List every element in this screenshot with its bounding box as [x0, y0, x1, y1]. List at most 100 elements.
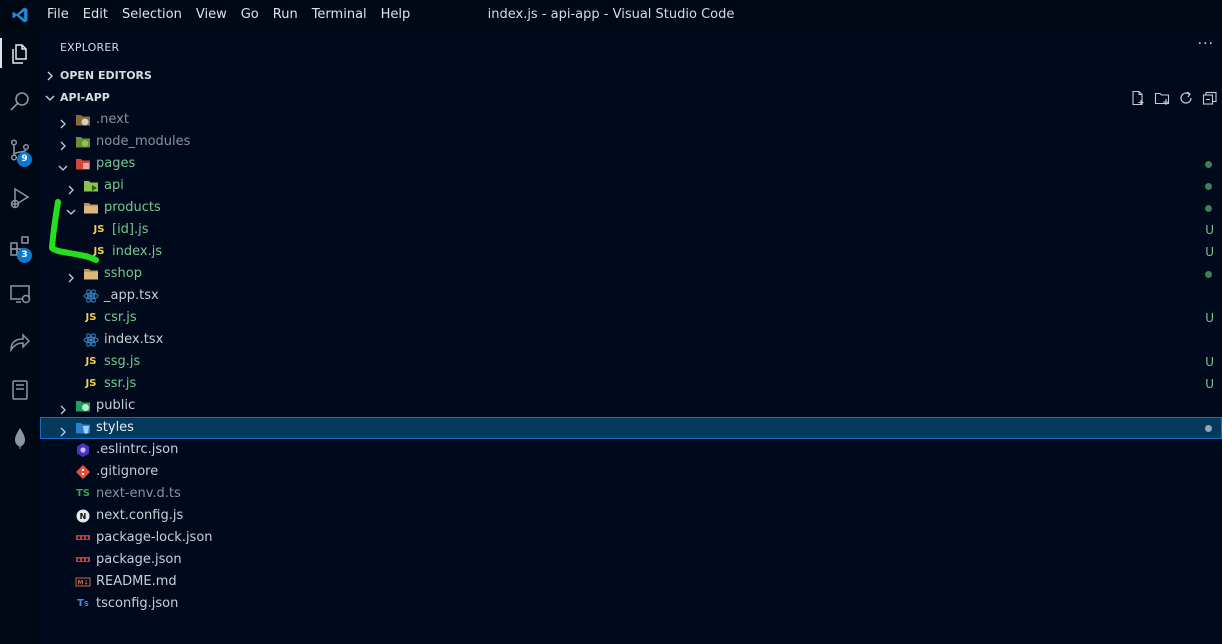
chevron-down-icon — [45, 95, 55, 101]
js-icon: JS — [85, 356, 97, 367]
tree-file-next-config-js[interactable]: Nnext.config.js — [40, 505, 1222, 527]
tree-item-label: tsconfig.json — [96, 596, 179, 611]
tree-item-label: next-env.d.ts — [96, 486, 181, 501]
new-folder-icon[interactable] — [1150, 87, 1174, 109]
menu-run[interactable]: Run — [266, 0, 305, 30]
run-debug-icon[interactable] — [0, 176, 40, 220]
modified-dot — [1205, 183, 1212, 190]
untracked-badge: U — [1205, 311, 1214, 325]
files-icon[interactable] — [0, 32, 40, 76]
modified-dot — [1205, 271, 1212, 278]
pages-folder-icon — [75, 156, 91, 172]
notebook-icon[interactable] — [0, 368, 40, 412]
tree-item-label: index.js — [112, 244, 163, 259]
svg-text:M↓: M↓ — [78, 580, 89, 587]
js-icon: JS — [93, 224, 105, 235]
tree-item-label: README.md — [96, 574, 177, 589]
explorer-panel: EXPLORER ··· OPEN EDITORS API-APP .next n… — [40, 30, 1222, 644]
api-folder-icon — [83, 178, 99, 194]
js-icon: JS — [85, 378, 97, 389]
modified-dot — [1205, 161, 1212, 168]
tree-file-id-js[interactable]: JS [id].js U — [40, 219, 1222, 241]
remote-explorer-icon[interactable] — [0, 272, 40, 316]
tree-folder-next[interactable]: .next — [40, 109, 1222, 131]
tree-file-eslintrc-json[interactable]: .eslintrc.json — [40, 439, 1222, 461]
tree-file-tsconfig-json[interactable]: TS tsconfig.json — [40, 593, 1222, 615]
tree-folder-styles[interactable]: styles — [40, 417, 1222, 439]
tree-file-gitignore[interactable]: .gitignore — [40, 461, 1222, 483]
tree-file-ssr-js[interactable]: JS ssr.js U — [40, 373, 1222, 395]
tree-item-label: node_modules — [96, 134, 191, 149]
menu-view[interactable]: View — [189, 0, 234, 30]
tree-folder-sshop[interactable]: sshop — [40, 263, 1222, 285]
tree-item-label: products — [104, 200, 161, 215]
git-icon — [75, 464, 91, 480]
tree-item-label: public — [96, 398, 136, 413]
svg-text:N: N — [80, 512, 87, 521]
menu-file[interactable]: File — [40, 0, 76, 30]
menu-bar: File Edit Selection View Go Run Terminal… — [40, 0, 417, 30]
menu-terminal[interactable]: Terminal — [305, 0, 374, 30]
tree-item-label: index.tsx — [104, 332, 164, 347]
menu-edit[interactable]: Edit — [76, 0, 115, 30]
tree-folder-node-modules[interactable]: node_modules — [40, 131, 1222, 153]
tree-item-label: .next — [96, 112, 129, 127]
vscode-logo-icon — [0, 0, 40, 30]
js-icon: JS — [85, 312, 97, 323]
untracked-badge: U — [1205, 377, 1214, 391]
tree-folder-products[interactable]: products — [40, 197, 1222, 219]
more-actions-icon[interactable]: ··· — [1198, 36, 1214, 52]
tree-folder-api[interactable]: api — [40, 175, 1222, 197]
tree-item-label: styles — [96, 420, 134, 435]
refresh-icon[interactable] — [1174, 87, 1198, 109]
tree-item-label: package-lock.json — [96, 530, 213, 545]
folder-icon — [83, 200, 99, 216]
menu-selection[interactable]: Selection — [115, 0, 189, 30]
collapse-all-icon[interactable] — [1198, 87, 1222, 109]
tree-file-package-json[interactable]: package.json — [40, 549, 1222, 571]
npm-icon — [75, 530, 91, 546]
untracked-badge: U — [1205, 355, 1214, 369]
npm-icon — [75, 552, 91, 568]
react-icon — [83, 288, 99, 304]
mongodb-leaf-icon[interactable] — [0, 416, 40, 460]
extensions-badge: 3 — [17, 248, 32, 263]
tree-item-label: package.json — [96, 552, 182, 567]
open-editors-section[interactable]: OPEN EDITORS — [40, 65, 1222, 87]
folder-icon — [83, 266, 99, 282]
search-icon[interactable] — [0, 80, 40, 124]
project-section[interactable]: API-APP — [40, 87, 1222, 109]
tree-item-label: next.config.js — [96, 508, 184, 523]
styles-folder-icon — [75, 420, 91, 436]
modified-dot — [1205, 205, 1212, 212]
tree-file-next-env-d-ts[interactable]: TS next-env.d.ts — [40, 483, 1222, 505]
public-folder-icon — [75, 398, 91, 414]
menu-help[interactable]: Help — [374, 0, 418, 30]
eslint-icon — [75, 442, 91, 458]
new-file-icon[interactable] — [1126, 87, 1150, 109]
tree-file-ssg-js[interactable]: JS ssg.js U — [40, 351, 1222, 373]
tree-file-readme-md[interactable]: M↓ README.md — [40, 571, 1222, 593]
tree-file-csr-js[interactable]: JS csr.js U — [40, 307, 1222, 329]
extensions-icon[interactable]: 3 — [0, 224, 40, 268]
menu-go[interactable]: Go — [234, 0, 266, 30]
tree-file-index-tsx[interactable]: index.tsx — [40, 329, 1222, 351]
project-actions — [1126, 87, 1222, 109]
tsconfig-icon: TS — [77, 598, 89, 609]
source-control-icon[interactable]: 9 — [0, 128, 40, 172]
tree-folder-public[interactable]: public — [40, 395, 1222, 417]
live-share-icon[interactable] — [0, 320, 40, 364]
modified-dot — [1205, 425, 1212, 432]
title-bar: File Edit Selection View Go Run Terminal… — [0, 0, 1222, 30]
next-folder-icon — [75, 112, 91, 128]
tree-file-index-js[interactable]: JS index.js U — [40, 241, 1222, 263]
tree-item-label: [id].js — [112, 222, 149, 237]
tree-file-app-tsx[interactable]: _app.tsx — [40, 285, 1222, 307]
tree-file-package-lock-json[interactable]: package-lock.json — [40, 527, 1222, 549]
open-editors-label: OPEN EDITORS — [60, 69, 152, 82]
tree-item-label: api — [104, 178, 124, 193]
tree-item-label: ssr.js — [104, 376, 137, 391]
js-icon: JS — [93, 246, 105, 257]
tree-item-label: pages — [96, 156, 136, 171]
tree-folder-pages[interactable]: pages — [40, 153, 1222, 175]
